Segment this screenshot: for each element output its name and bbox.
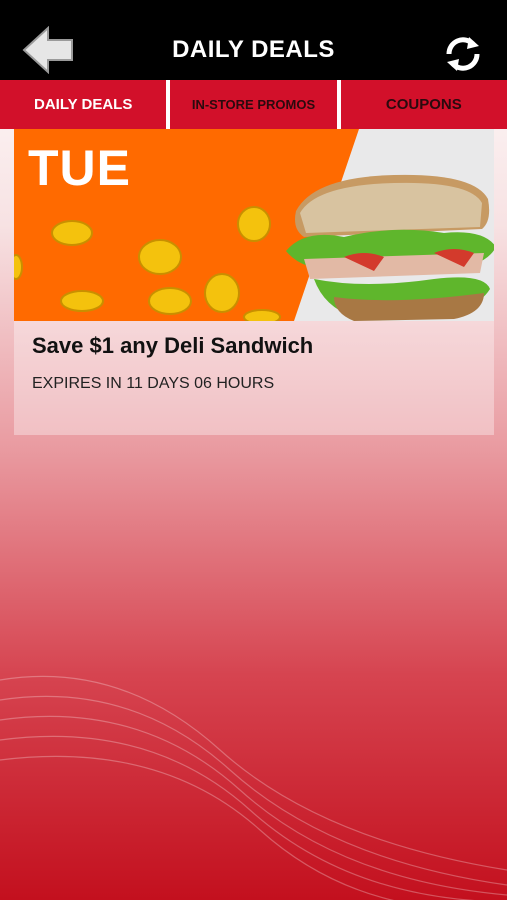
tab-daily-deals[interactable]: DAILY DEALS [0, 80, 171, 129]
tab-coupons[interactable]: COUPONS [341, 80, 507, 129]
sandwich-image [286, 174, 494, 321]
background-waves [0, 675, 507, 900]
tab-in-store-promos[interactable]: IN-STORE PROMOS [170, 80, 341, 129]
deal-title: Save $1 any Deli Sandwich [32, 333, 314, 358]
deal-banner-image: TUE [14, 129, 494, 321]
page-title: DAILY DEALS [172, 36, 335, 63]
refresh-button[interactable] [443, 34, 483, 74]
deal-card[interactable]: TUE Save $1 any Deli Sandwich EXPIRES IN… [14, 129, 494, 435]
tab-bar: DAILY DEALS IN-STORE PROMOS COUPONS [0, 80, 507, 129]
top-bar: DAILY DEALS [0, 0, 507, 80]
day-label: TUE [28, 140, 131, 196]
refresh-icon [446, 37, 480, 71]
deal-expiry: EXPIRES IN 11 DAYS 06 HOURS [32, 375, 275, 392]
